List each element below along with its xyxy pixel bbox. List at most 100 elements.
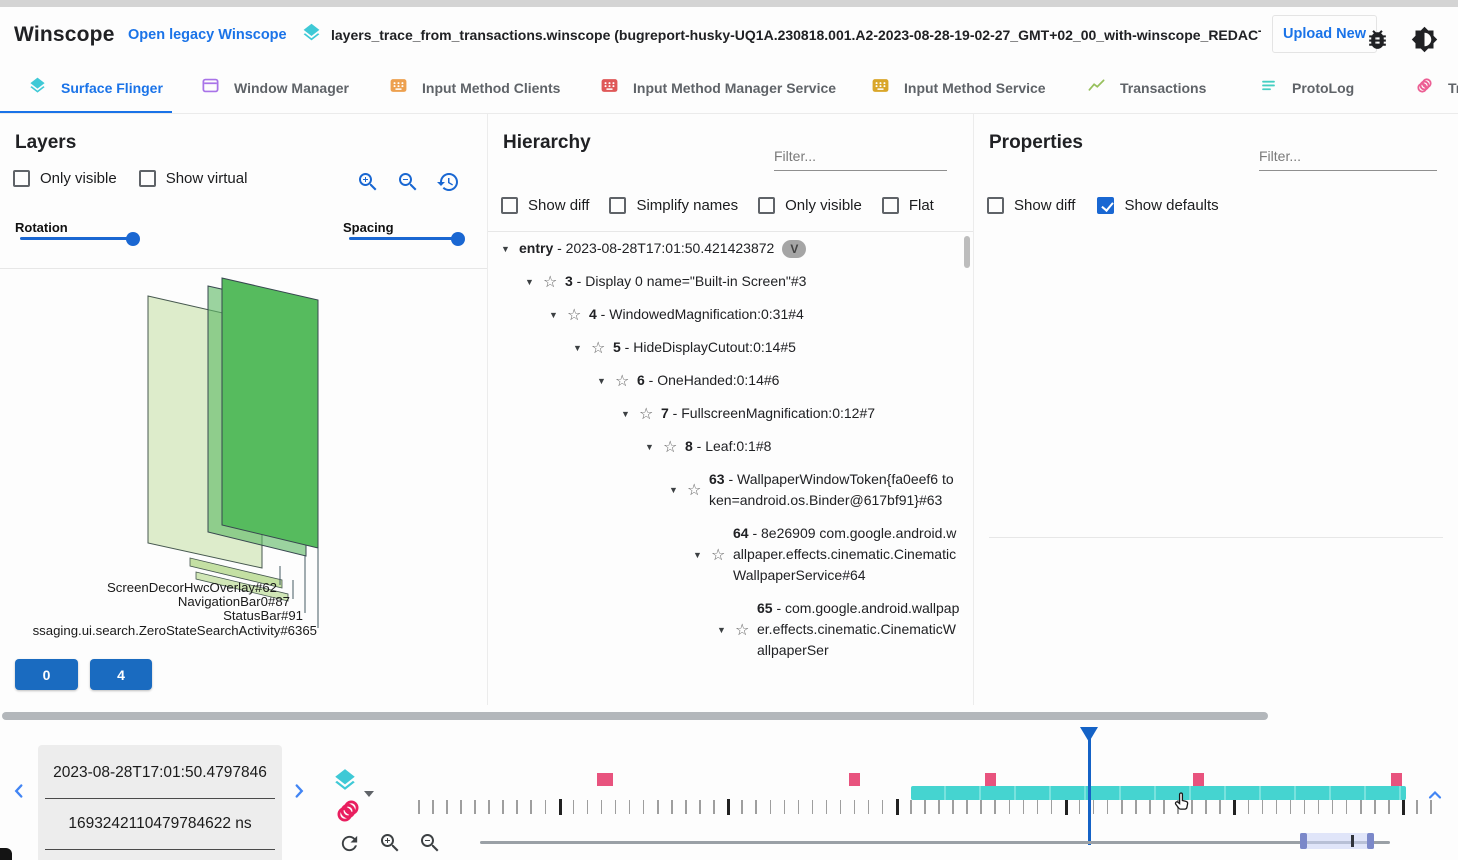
collapse-triangle-icon[interactable]: ▼ — [645, 442, 663, 452]
bug-report-icon[interactable] — [1363, 25, 1391, 53]
rotation-slider[interactable] — [20, 237, 136, 240]
pin-star-icon[interactable]: ☆ — [543, 272, 565, 292]
ruler-tick — [896, 799, 899, 815]
transitions-trace-icon[interactable] — [334, 797, 362, 830]
reset-view-history-icon[interactable] — [436, 170, 460, 194]
transition-marker[interactable] — [1193, 773, 1204, 786]
checkbox-simplify-names[interactable]: Simplify names — [609, 197, 738, 214]
checkbox-box[interactable] — [139, 170, 156, 187]
zoom-selection-left-handle[interactable] — [1300, 833, 1307, 849]
tab-protolog[interactable]: ProtoLog — [1259, 63, 1354, 113]
spacing-slider[interactable] — [349, 237, 461, 240]
checkbox-show-diff[interactable]: Show diff — [987, 197, 1075, 214]
display-id-button-4[interactable]: 4 — [90, 659, 152, 690]
pin-star-icon[interactable]: ☆ — [663, 437, 685, 457]
tab-input-method-service[interactable]: Input Method Service — [871, 63, 1046, 113]
display-id-button-0[interactable]: 0 — [15, 659, 78, 690]
layers-3d-scene[interactable]: ScreenDecorHwcOverlay#62 NavigationBar0#… — [0, 268, 488, 668]
open-legacy-link[interactable]: Open legacy Winscope — [128, 27, 287, 43]
upload-new-button[interactable]: Upload New — [1272, 15, 1377, 53]
checkbox-box[interactable] — [1097, 197, 1114, 214]
tab-input-method-manager-service[interactable]: Input Method Manager Service — [600, 63, 836, 113]
collapse-triangle-icon[interactable]: ▼ — [693, 550, 711, 560]
timeline-zoom-track[interactable] — [480, 841, 1390, 844]
pin-star-icon[interactable]: ☆ — [735, 620, 757, 640]
collapse-timeline-chevron-icon[interactable] — [1425, 785, 1445, 810]
checkbox-only-visible[interactable]: Only visible — [758, 197, 862, 214]
collapse-triangle-icon[interactable]: ▼ — [525, 277, 543, 287]
pin-star-icon[interactable]: ☆ — [567, 305, 589, 325]
collapse-triangle-icon[interactable]: ▼ — [669, 485, 687, 495]
collapse-triangle-icon[interactable]: ▼ — [717, 625, 735, 635]
checkbox-box[interactable] — [13, 170, 30, 187]
hierarchy-filter-input[interactable] — [774, 146, 947, 171]
pin-star-icon[interactable]: ☆ — [687, 480, 709, 500]
tab-input-method-clients[interactable]: Input Method Clients — [389, 63, 560, 113]
next-entry-chevron-icon[interactable] — [288, 780, 310, 802]
properties-filter-input[interactable] — [1259, 146, 1437, 171]
checkbox-show-virtual[interactable]: Show virtual — [139, 170, 248, 187]
pin-star-icon[interactable]: ☆ — [591, 338, 613, 358]
pin-star-icon[interactable]: ☆ — [615, 371, 637, 391]
tree-row-63[interactable]: ▼☆63 - WallpaperWindowToken{fa0eef6 toke… — [669, 463, 960, 517]
tree-row-4[interactable]: ▼☆4 - WindowedMagnification:0:31#4 — [549, 298, 960, 331]
zoom-out-scene-icon[interactable] — [396, 170, 420, 194]
playhead-handle[interactable] — [1080, 727, 1098, 742]
pin-star-icon[interactable]: ☆ — [711, 545, 733, 565]
tree-row-3[interactable]: ▼☆3 - Display 0 name="Built-in Screen"#3 — [525, 265, 960, 298]
checkbox-show-defaults[interactable]: Show defaults — [1097, 197, 1218, 214]
surface-flinger-trace-bar[interactable] — [911, 786, 1406, 800]
ruler-tick — [1360, 800, 1362, 814]
collapse-triangle-icon[interactable]: ▼ — [597, 376, 615, 386]
tree-row-65[interactable]: ▼☆65 - com.google.android.wallpaper.effe… — [717, 592, 960, 667]
collapse-triangle-icon[interactable]: ▼ — [549, 310, 567, 320]
transition-marker[interactable] — [849, 773, 860, 786]
checkbox-box[interactable] — [758, 197, 775, 214]
ruler-tick — [432, 800, 434, 814]
pin-star-icon[interactable]: ☆ — [639, 404, 661, 424]
tree-row-6[interactable]: ▼☆6 - OneHanded:0:14#6 — [597, 364, 960, 397]
tree-row-entry[interactable]: ▼entry - 2023-08-28T17:01:50.421423872V — [501, 232, 960, 265]
tree-row-7[interactable]: ▼☆7 - FullscreenMagnification:0:12#7 — [621, 397, 960, 430]
tree-row-64[interactable]: ▼☆64 - 8e26909 com.google.android.wallpa… — [693, 517, 960, 592]
timeline-zoom-out-icon[interactable] — [418, 831, 442, 860]
tab-window-manager[interactable]: Window Manager — [201, 63, 349, 113]
trace-select-caret-icon[interactable] — [364, 791, 374, 797]
hierarchy-scrollbar[interactable] — [964, 236, 970, 268]
tab-surface-flinger[interactable]: Surface Flinger — [28, 63, 163, 113]
checkbox-box[interactable] — [882, 197, 899, 214]
layer-rect-back[interactable] — [222, 278, 318, 548]
human-timestamp-input[interactable]: 2023-08-28T17:01:50.4797846 — [45, 748, 275, 799]
tree-row-8[interactable]: ▼☆8 - Leaf:0:1#8 — [645, 430, 960, 463]
collapse-triangle-icon[interactable]: ▼ — [573, 343, 591, 353]
timeline-zoom-selection[interactable] — [1300, 833, 1374, 849]
collapse-triangle-icon[interactable]: ▼ — [501, 244, 519, 254]
checkbox-show-diff[interactable]: Show diff — [501, 197, 589, 214]
timeline-horizontal-scrollbar[interactable] — [2, 712, 1268, 720]
tab-tr[interactable]: Tr — [1415, 63, 1458, 113]
transition-marker[interactable] — [597, 773, 613, 786]
checkbox-box[interactable] — [609, 197, 626, 214]
layers-trace-toggle-icon[interactable] — [332, 767, 358, 798]
ruler-tick — [1163, 800, 1165, 814]
spacing-slider-thumb[interactable] — [451, 232, 465, 246]
checkbox-box[interactable] — [501, 197, 518, 214]
rotation-slider-thumb[interactable] — [126, 232, 140, 246]
zoom-selection-right-handle[interactable] — [1367, 833, 1374, 849]
checkbox-box[interactable] — [987, 197, 1004, 214]
ruler-tick — [784, 800, 786, 814]
checkbox-flat[interactable]: Flat — [882, 197, 934, 214]
dark-mode-toggle-icon[interactable] — [1410, 25, 1438, 53]
collapse-triangle-icon[interactable]: ▼ — [621, 409, 639, 419]
tab-transactions[interactable]: Transactions — [1087, 63, 1206, 113]
transition-marker[interactable] — [1391, 773, 1402, 786]
nanosecond-timestamp-input[interactable]: 1693242110479784622 ns — [45, 799, 275, 850]
main-content: Layers Only visibleShow virtual Rotation… — [0, 114, 1458, 705]
checkbox-only-visible[interactable]: Only visible — [13, 170, 117, 187]
timeline-zoom-in-icon[interactable] — [378, 831, 402, 860]
tree-row-5[interactable]: ▼☆5 - HideDisplayCutout:0:14#5 — [573, 331, 960, 364]
refresh-icon[interactable] — [338, 832, 361, 860]
prev-entry-chevron-icon[interactable] — [8, 780, 30, 802]
transition-marker[interactable] — [985, 773, 996, 786]
zoom-in-scene-icon[interactable] — [356, 170, 380, 194]
